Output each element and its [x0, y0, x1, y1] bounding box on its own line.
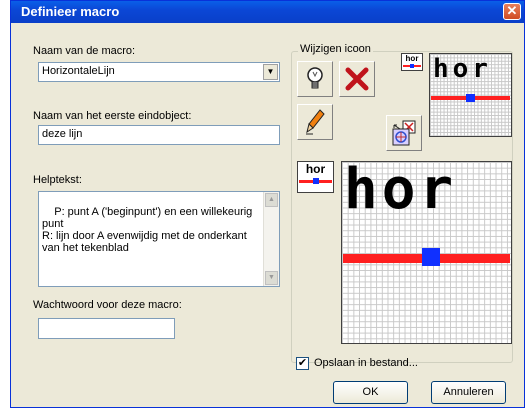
- save-label: Opslaan in bestand...: [314, 357, 418, 369]
- small-icon-preview: hor: [401, 53, 423, 71]
- scroll-up-icon[interactable]: ▲: [265, 193, 278, 207]
- dialog-title: Definieer macro: [21, 4, 120, 19]
- title-bar: Definieer macro ✕: [11, 1, 524, 23]
- help-textarea[interactable]: P: punt A ('beginpunt') en een willekeur…: [38, 191, 280, 287]
- password-input[interactable]: [38, 318, 175, 339]
- end-object-input[interactable]: deze lijn: [38, 125, 280, 145]
- large-icon-blue-mark: [313, 178, 319, 184]
- dialog-window: Definieer macro ✕ Naam van de macro: Hor…: [10, 0, 525, 408]
- small-pixel-grid[interactable]: hor: [429, 53, 512, 137]
- large-pixel-grid[interactable]: hor: [341, 157, 512, 344]
- help-scrollbar[interactable]: ▲ ▼: [263, 192, 279, 286]
- lightbulb-icon: [307, 67, 323, 89]
- red-x-icon: [345, 67, 369, 91]
- large-icon-text: hor: [305, 162, 326, 176]
- help-label: Helptekst:: [33, 174, 82, 186]
- password-label: Wachtwoord voor deze macro:: [33, 299, 182, 311]
- small-icon-blue-mark: [410, 64, 414, 68]
- import-image-icon: [392, 120, 416, 146]
- large-grid-text: hor: [344, 157, 458, 222]
- small-grid-blue-mark: [466, 94, 475, 102]
- scroll-down-icon[interactable]: ▼: [265, 271, 278, 285]
- end-object-label: Naam van het eerste eindobject:: [33, 110, 192, 122]
- macro-name-dropdown[interactable]: HorizontaleLijn ▼: [38, 62, 280, 82]
- lightbulb-button[interactable]: [297, 61, 333, 97]
- close-button[interactable]: ✕: [503, 3, 521, 20]
- pen-button[interactable]: [297, 104, 333, 140]
- chevron-down-icon[interactable]: ▼: [263, 64, 278, 80]
- save-checkbox[interactable]: ✔: [296, 357, 309, 370]
- large-icon-preview: hor: [297, 161, 334, 193]
- import-image-button[interactable]: [386, 115, 422, 151]
- macro-name-label: Naam van de macro:: [33, 45, 136, 57]
- pen-icon: [306, 109, 325, 135]
- small-grid-text: hor: [433, 54, 492, 84]
- help-text: P: punt A ('beginpunt') en een willekeur…: [42, 206, 253, 254]
- macro-name-value: HorizontaleLijn: [42, 65, 115, 77]
- small-icon-text: hor: [405, 54, 419, 63]
- icon-group-title: Wijzigen icoon: [298, 43, 373, 55]
- delete-icon-button[interactable]: [339, 61, 375, 97]
- end-object-value: deze lijn: [42, 128, 83, 140]
- large-grid-blue-mark: [422, 248, 440, 266]
- ok-button[interactable]: OK: [333, 381, 408, 404]
- cancel-button[interactable]: Annuleren: [431, 381, 506, 404]
